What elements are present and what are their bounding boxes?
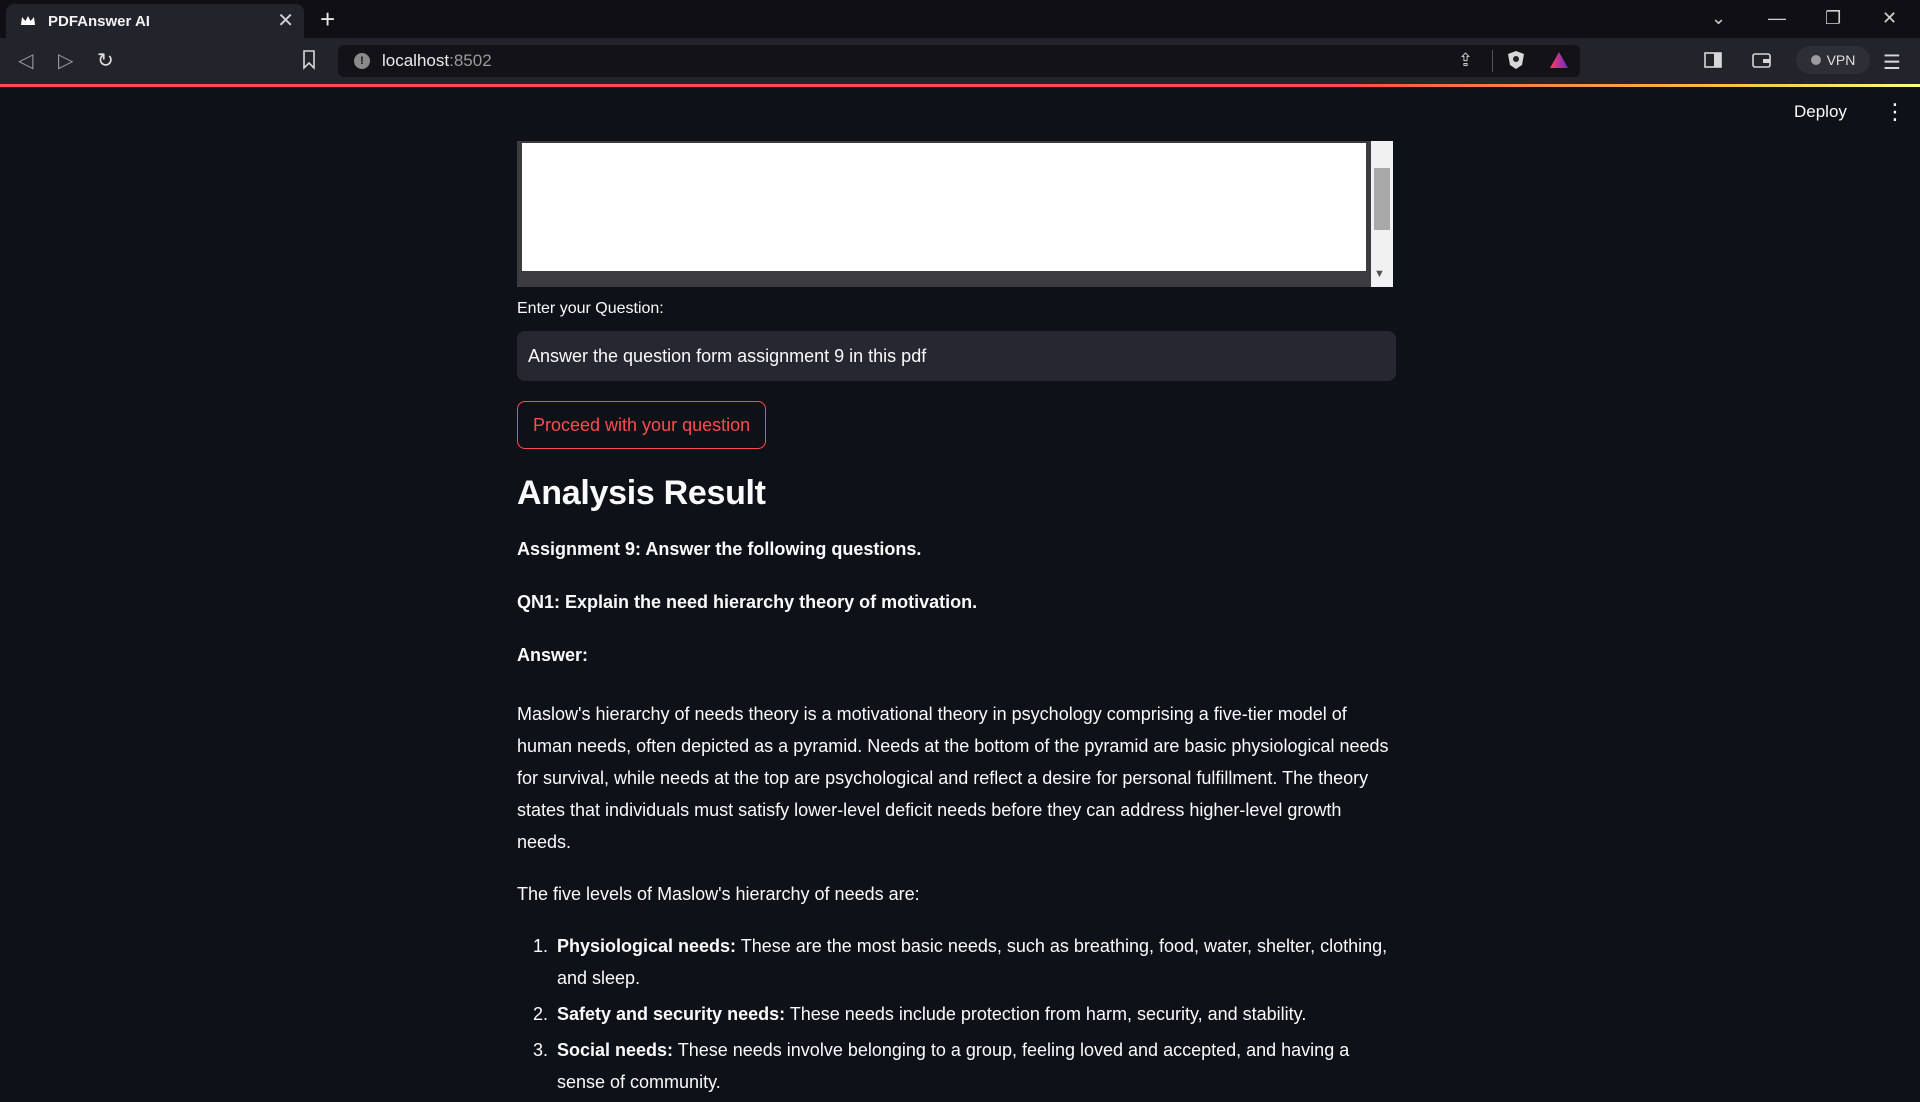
result-heading: Analysis Result [517,474,766,512]
bookmark-icon[interactable] [302,50,316,70]
main-menu-icon[interactable]: ⋮ [1884,100,1906,124]
list-item: Physiological needs: These are the most … [553,930,1397,994]
streamlit-crown-icon [21,16,35,25]
wallet-icon[interactable] [1752,51,1772,69]
new-tab-icon[interactable]: + [320,4,335,34]
pdf-page [522,143,1366,271]
back-icon[interactable]: ◁ [18,48,33,73]
question-title: QN1: Explain the need hierarchy theory o… [517,592,978,612]
question-input[interactable] [517,331,1396,381]
pdf-scrollbar-thumb[interactable] [1374,168,1390,230]
scroll-down-arrow-icon[interactable]: ▼ [1374,268,1385,280]
assignment-title: Assignment 9: Answer the following quest… [517,539,922,559]
forward-icon[interactable]: ▷ [58,48,73,73]
tab-title: PDFAnswer AI [48,12,150,30]
browser-tab-bar: PDFAnswer AI ✕ + ⌄ — ❐ ✕ [0,0,1920,38]
vpn-button[interactable]: VPN [1796,46,1870,74]
window-close-icon[interactable]: ✕ [1882,8,1897,29]
proceed-button[interactable]: Proceed with your question [517,401,767,449]
share-icon[interactable]: ⇪ [1458,50,1473,71]
vpn-label: VPN [1826,52,1856,68]
restore-icon[interactable]: ❐ [1825,8,1841,29]
toolbar-divider [1492,50,1493,72]
vpn-status-icon [1810,55,1821,65]
list-item-term: Physiological needs: [557,936,737,956]
deploy-button[interactable]: Deploy [1794,102,1847,122]
site-info-icon[interactable]: ! [354,53,370,69]
brave-shield-icon[interactable] [1507,50,1525,70]
list-item-term: Social needs: [557,1040,674,1060]
url-bar[interactable]: ! localhost:8502 [338,45,1580,77]
analysis-result: Analysis Result Assignment 9: Answer the… [517,474,1397,1102]
sidebar-toggle-icon[interactable] [1704,51,1722,69]
list-item-term: Safety and security needs: [557,1004,786,1024]
browser-tab[interactable]: PDFAnswer AI ✕ [6,4,304,38]
app-header-accent-bar [0,84,1920,87]
needs-list: Physiological needs: These are the most … [517,930,1397,1098]
list-item: Safety and security needs: These needs i… [553,998,1397,1030]
url-host: localhost [382,51,450,70]
list-item-text: These needs include protection from harm… [785,1004,1307,1024]
brave-rewards-icon[interactable] [1549,51,1569,69]
tab-list-chevron-icon[interactable]: ⌄ [1711,8,1726,29]
question-label: Enter your Question: [517,300,664,317]
levels-intro: The five levels of Maslow's hierarchy of… [517,884,920,904]
list-item-text: These needs involve belonging to a group… [557,1040,1350,1092]
minimize-icon[interactable]: — [1768,8,1786,29]
close-tab-icon[interactable]: ✕ [277,11,294,31]
list-item: Social needs: These needs involve belong… [553,1034,1397,1098]
answer-label: Answer: [517,645,589,665]
browser-menu-icon[interactable]: ☰ [1883,50,1901,75]
reload-icon[interactable]: ↻ [97,48,114,73]
answer-paragraph: Maslow's hierarchy of needs theory is a … [517,704,1389,852]
url-port: :8502 [449,51,492,70]
